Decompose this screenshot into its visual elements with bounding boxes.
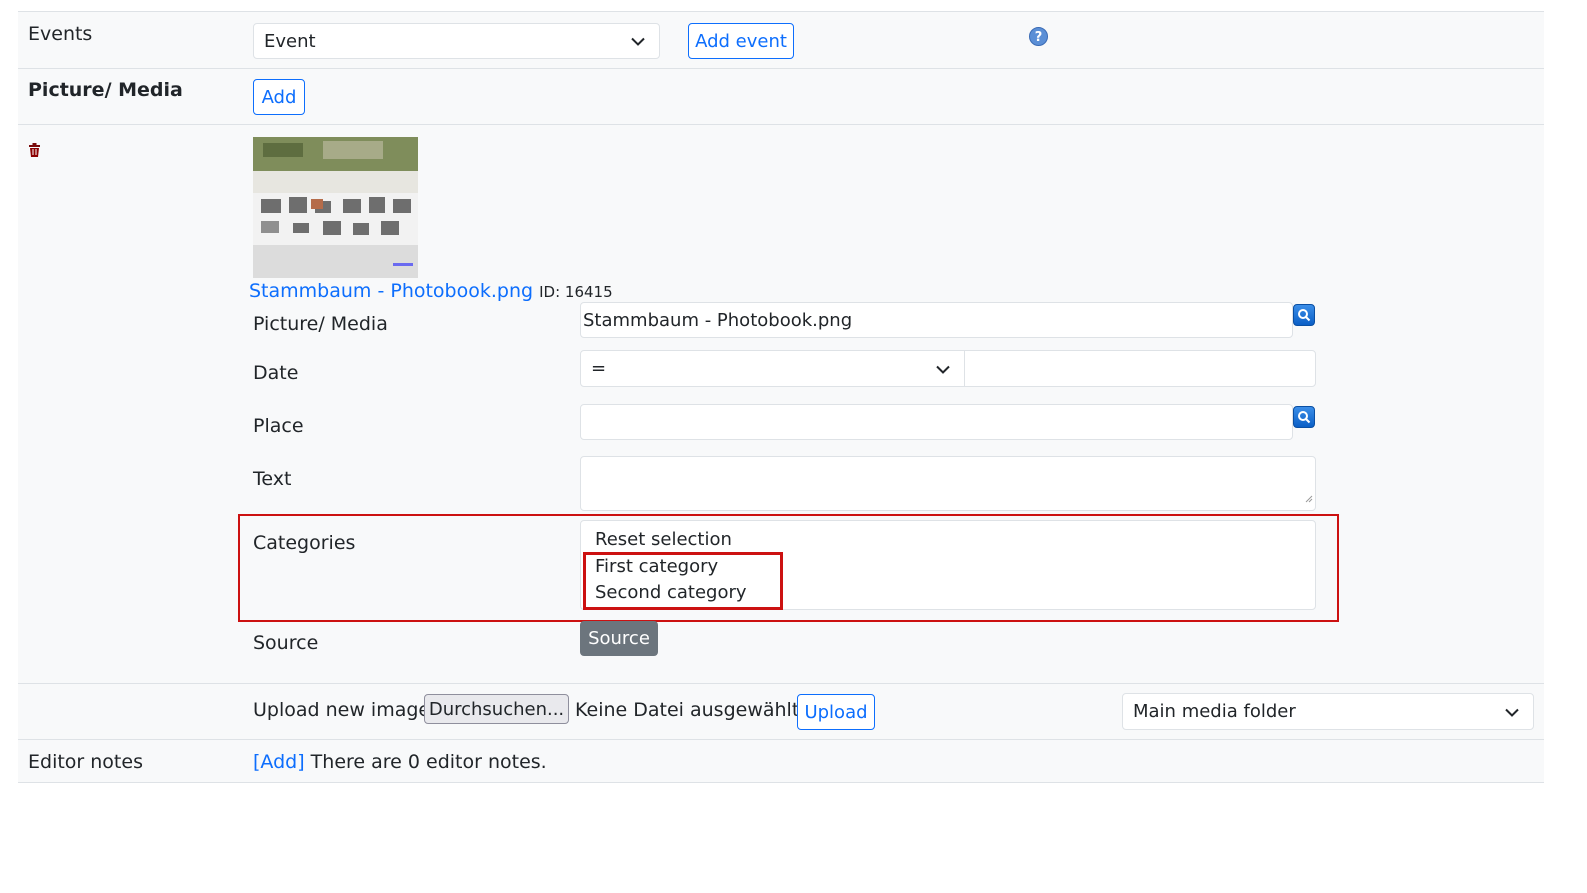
- media-file-line: Stammbaum - Photobook.png ID: 16415: [249, 280, 613, 302]
- media-header-row: [18, 69, 1544, 124]
- editor-notes-line: [Add] There are 0 editor notes.: [253, 751, 547, 773]
- categories-label: Categories: [253, 532, 356, 554]
- add-media-button[interactable]: Add: [253, 79, 305, 115]
- media-file-link[interactable]: Stammbaum - Photobook.png: [249, 280, 533, 302]
- source-button[interactable]: Source: [580, 621, 658, 656]
- editor-notes-label: Editor notes: [28, 751, 143, 773]
- svg-text:?: ?: [1035, 30, 1043, 45]
- trash-icon[interactable]: [28, 143, 41, 158]
- date-value-input[interactable]: [964, 350, 1316, 387]
- source-label: Source: [253, 632, 319, 654]
- search-icon[interactable]: [1293, 304, 1315, 326]
- chevron-down-icon: [936, 358, 950, 379]
- media-section-label: Picture/ Media: [28, 79, 183, 101]
- category-highlight-box: [583, 552, 783, 610]
- date-operator-value: =: [591, 358, 607, 379]
- upload-label: Upload new image: [253, 699, 431, 721]
- place-field-input[interactable]: [580, 404, 1293, 440]
- media-folder-value: Main media folder: [1133, 701, 1296, 722]
- add-event-button[interactable]: Add event: [688, 23, 794, 59]
- events-label: Events: [28, 23, 93, 45]
- chevron-down-icon: [1505, 701, 1519, 722]
- chevron-down-icon: [631, 31, 645, 52]
- event-type-value: Event: [264, 30, 316, 52]
- picture-field-value: Stammbaum - Photobook.png: [583, 309, 853, 331]
- date-operator-select[interactable]: =: [580, 350, 965, 387]
- add-editor-note-link[interactable]: [Add]: [253, 751, 305, 773]
- editor-notes-row: [18, 740, 1544, 782]
- media-id: ID: 16415: [539, 283, 613, 301]
- resize-handle-icon[interactable]: [1305, 487, 1313, 508]
- picture-field-input[interactable]: Stammbaum - Photobook.png: [580, 302, 1293, 338]
- help-icon[interactable]: ?: [1029, 27, 1048, 46]
- picture-field-label: Picture/ Media: [253, 313, 388, 335]
- divider: [18, 782, 1544, 783]
- browse-file-button[interactable]: Durchsuchen...: [424, 694, 569, 724]
- media-folder-select[interactable]: Main media folder: [1122, 693, 1534, 730]
- event-type-select[interactable]: Event: [253, 23, 660, 59]
- no-file-selected-text: Keine Datei ausgewählt.: [575, 699, 806, 721]
- editor-notes-count: There are 0 editor notes.: [310, 751, 547, 773]
- category-option-reset[interactable]: Reset selection: [595, 529, 732, 550]
- date-field-label: Date: [253, 362, 299, 384]
- upload-button[interactable]: Upload: [797, 694, 875, 730]
- media-thumbnail[interactable]: [253, 137, 418, 278]
- text-field-label: Text: [253, 468, 292, 490]
- search-icon[interactable]: [1293, 406, 1315, 428]
- place-field-label: Place: [253, 415, 304, 437]
- text-field-textarea[interactable]: [580, 456, 1316, 511]
